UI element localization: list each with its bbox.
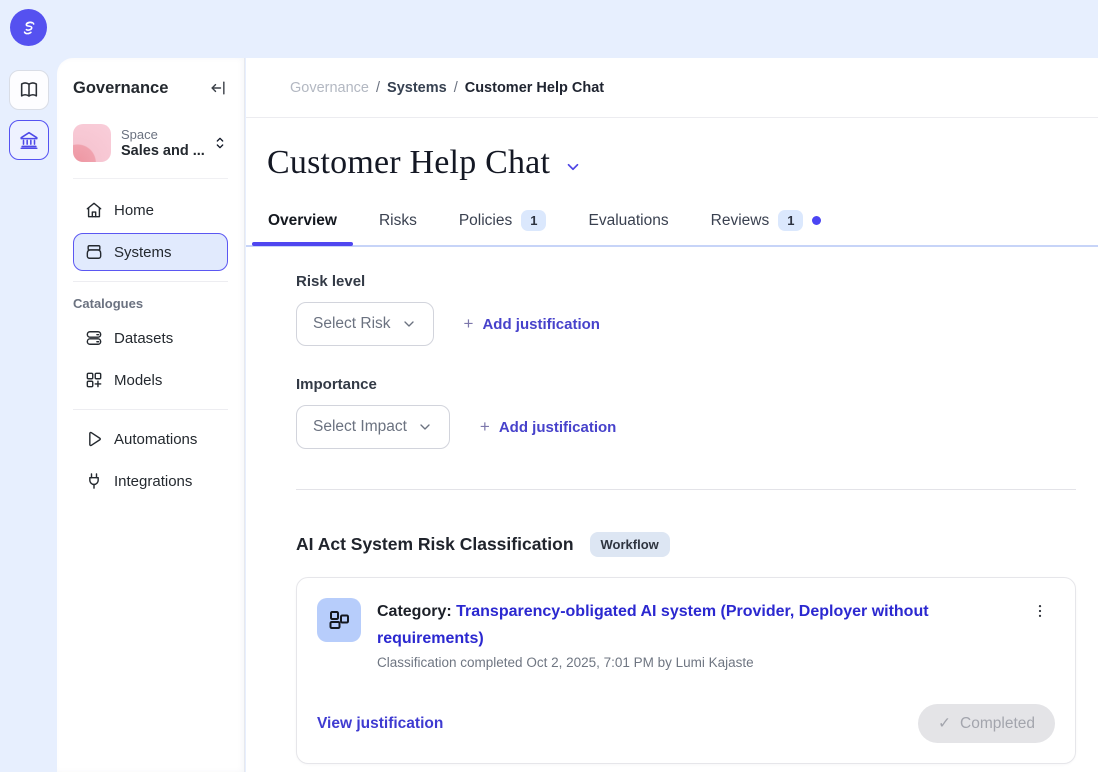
category-value-link[interactable]: Transparency-obligated AI system (Provid… [377, 603, 929, 647]
space-selector[interactable]: Space Sales and ... [73, 124, 228, 179]
app-logo[interactable] [10, 9, 47, 46]
chevron-up-down-icon [212, 135, 228, 151]
tab-label: Policies [459, 212, 512, 230]
sidebar-item-datasets[interactable]: Datasets [73, 319, 228, 357]
classification-meta: Classification completed Oct 2, 2025, 7:… [377, 655, 1009, 670]
home-icon [84, 200, 104, 220]
kebab-menu-icon[interactable] [1025, 598, 1055, 624]
icon-rail [0, 58, 57, 772]
sidebar-title: Governance [73, 79, 168, 98]
rail-docs-button[interactable] [9, 70, 49, 110]
tab-label: Overview [268, 212, 337, 230]
sidebar-item-systems[interactable]: Systems [73, 233, 228, 271]
system-title-row[interactable]: Customer Help Chat [246, 118, 1098, 192]
select-value: Select Risk [313, 315, 391, 333]
catalogues-section-label: Catalogues [73, 296, 228, 311]
sidebar-divider [73, 281, 228, 282]
tab-label: Reviews [711, 212, 770, 230]
datasets-icon [84, 328, 104, 348]
bank-icon [18, 129, 40, 151]
breadcrumb-current: Customer Help Chat [465, 80, 604, 96]
tab-bar: Overview Risks Policies 1 Evaluations Re… [246, 192, 1098, 247]
risk-level-label: Risk level [296, 273, 1073, 290]
classification-heading: AI Act System Risk Classification [296, 534, 574, 555]
category-label: Category: [377, 603, 452, 620]
tab-label: Risks [379, 212, 417, 230]
breadcrumb-separator: / [376, 80, 380, 96]
importance-label: Importance [296, 376, 1073, 393]
breadcrumb-systems[interactable]: Systems [387, 80, 447, 96]
models-icon [84, 370, 104, 390]
sidebar-item-label: Systems [114, 244, 172, 261]
policies-count-badge: 1 [521, 210, 546, 231]
select-value: Select Impact [313, 418, 407, 436]
category-line: Category: Transparency-obligated AI syst… [377, 598, 1009, 652]
sidebar-item-label: Automations [114, 431, 197, 448]
sidebar-item-label: Home [114, 202, 154, 219]
add-link-label: Add justification [482, 316, 600, 333]
category-icon [317, 598, 361, 642]
sidebar-item-label: Models [114, 372, 162, 389]
breadcrumb-separator: / [454, 80, 458, 96]
sidebar-item-integrations[interactable]: Integrations [73, 462, 228, 500]
breadcrumb-root[interactable]: Governance [290, 80, 369, 96]
integrations-icon [84, 471, 104, 491]
reviews-count-badge: 1 [778, 210, 803, 231]
notification-dot [812, 216, 821, 225]
automations-icon [84, 429, 104, 449]
breadcrumb: Governance / Systems / Customer Help Cha… [246, 58, 1098, 118]
tab-overview[interactable]: Overview [268, 204, 337, 244]
space-label: Space [121, 127, 202, 143]
page-title: Customer Help Chat [267, 144, 550, 182]
chevron-down-icon[interactable] [564, 158, 582, 176]
rail-governance-button[interactable] [9, 120, 49, 160]
importance-select[interactable]: Select Impact [296, 405, 450, 449]
saidot-logo-icon [18, 17, 40, 39]
collapse-sidebar-icon[interactable] [208, 78, 228, 98]
systems-icon [84, 242, 104, 262]
completed-status-button[interactable]: ✓ Completed [918, 704, 1055, 743]
space-avatar [73, 124, 111, 162]
plus-icon: + [480, 417, 490, 437]
overview-content: Risk level Select Risk + Add justificati… [246, 247, 1098, 764]
add-importance-justification-link[interactable]: + Add justification [480, 417, 616, 437]
sidebar-item-models[interactable]: Models [73, 361, 228, 399]
risk-level-select[interactable]: Select Risk [296, 302, 434, 346]
sidebar: Governance Space Sales and ... Home [57, 58, 245, 772]
chevron-down-icon [417, 419, 433, 435]
classification-card: Category: Transparency-obligated AI syst… [296, 577, 1076, 764]
main-panel: Governance / Systems / Customer Help Cha… [246, 58, 1098, 772]
plus-icon: + [464, 314, 474, 334]
add-risk-justification-link[interactable]: + Add justification [464, 314, 600, 334]
workflow-badge: Workflow [590, 532, 670, 557]
chevron-down-icon [401, 316, 417, 332]
sidebar-item-home[interactable]: Home [73, 191, 228, 229]
tab-label: Evaluations [588, 212, 668, 230]
completed-label: Completed [960, 715, 1035, 733]
add-link-label: Add justification [499, 419, 617, 436]
space-name: Sales and ... [121, 143, 202, 159]
tab-risks[interactable]: Risks [379, 204, 417, 244]
tab-evaluations[interactable]: Evaluations [588, 204, 668, 244]
section-divider [296, 489, 1076, 490]
book-icon [18, 79, 40, 101]
sidebar-item-automations[interactable]: Automations [73, 420, 228, 458]
sidebar-item-label: Datasets [114, 330, 173, 347]
check-icon: ✓ [938, 714, 951, 733]
sidebar-item-label: Integrations [114, 473, 192, 490]
view-justification-link[interactable]: View justification [317, 715, 443, 733]
tab-reviews[interactable]: Reviews 1 [711, 202, 822, 245]
sidebar-divider [73, 409, 228, 410]
tab-policies[interactable]: Policies 1 [459, 202, 547, 245]
